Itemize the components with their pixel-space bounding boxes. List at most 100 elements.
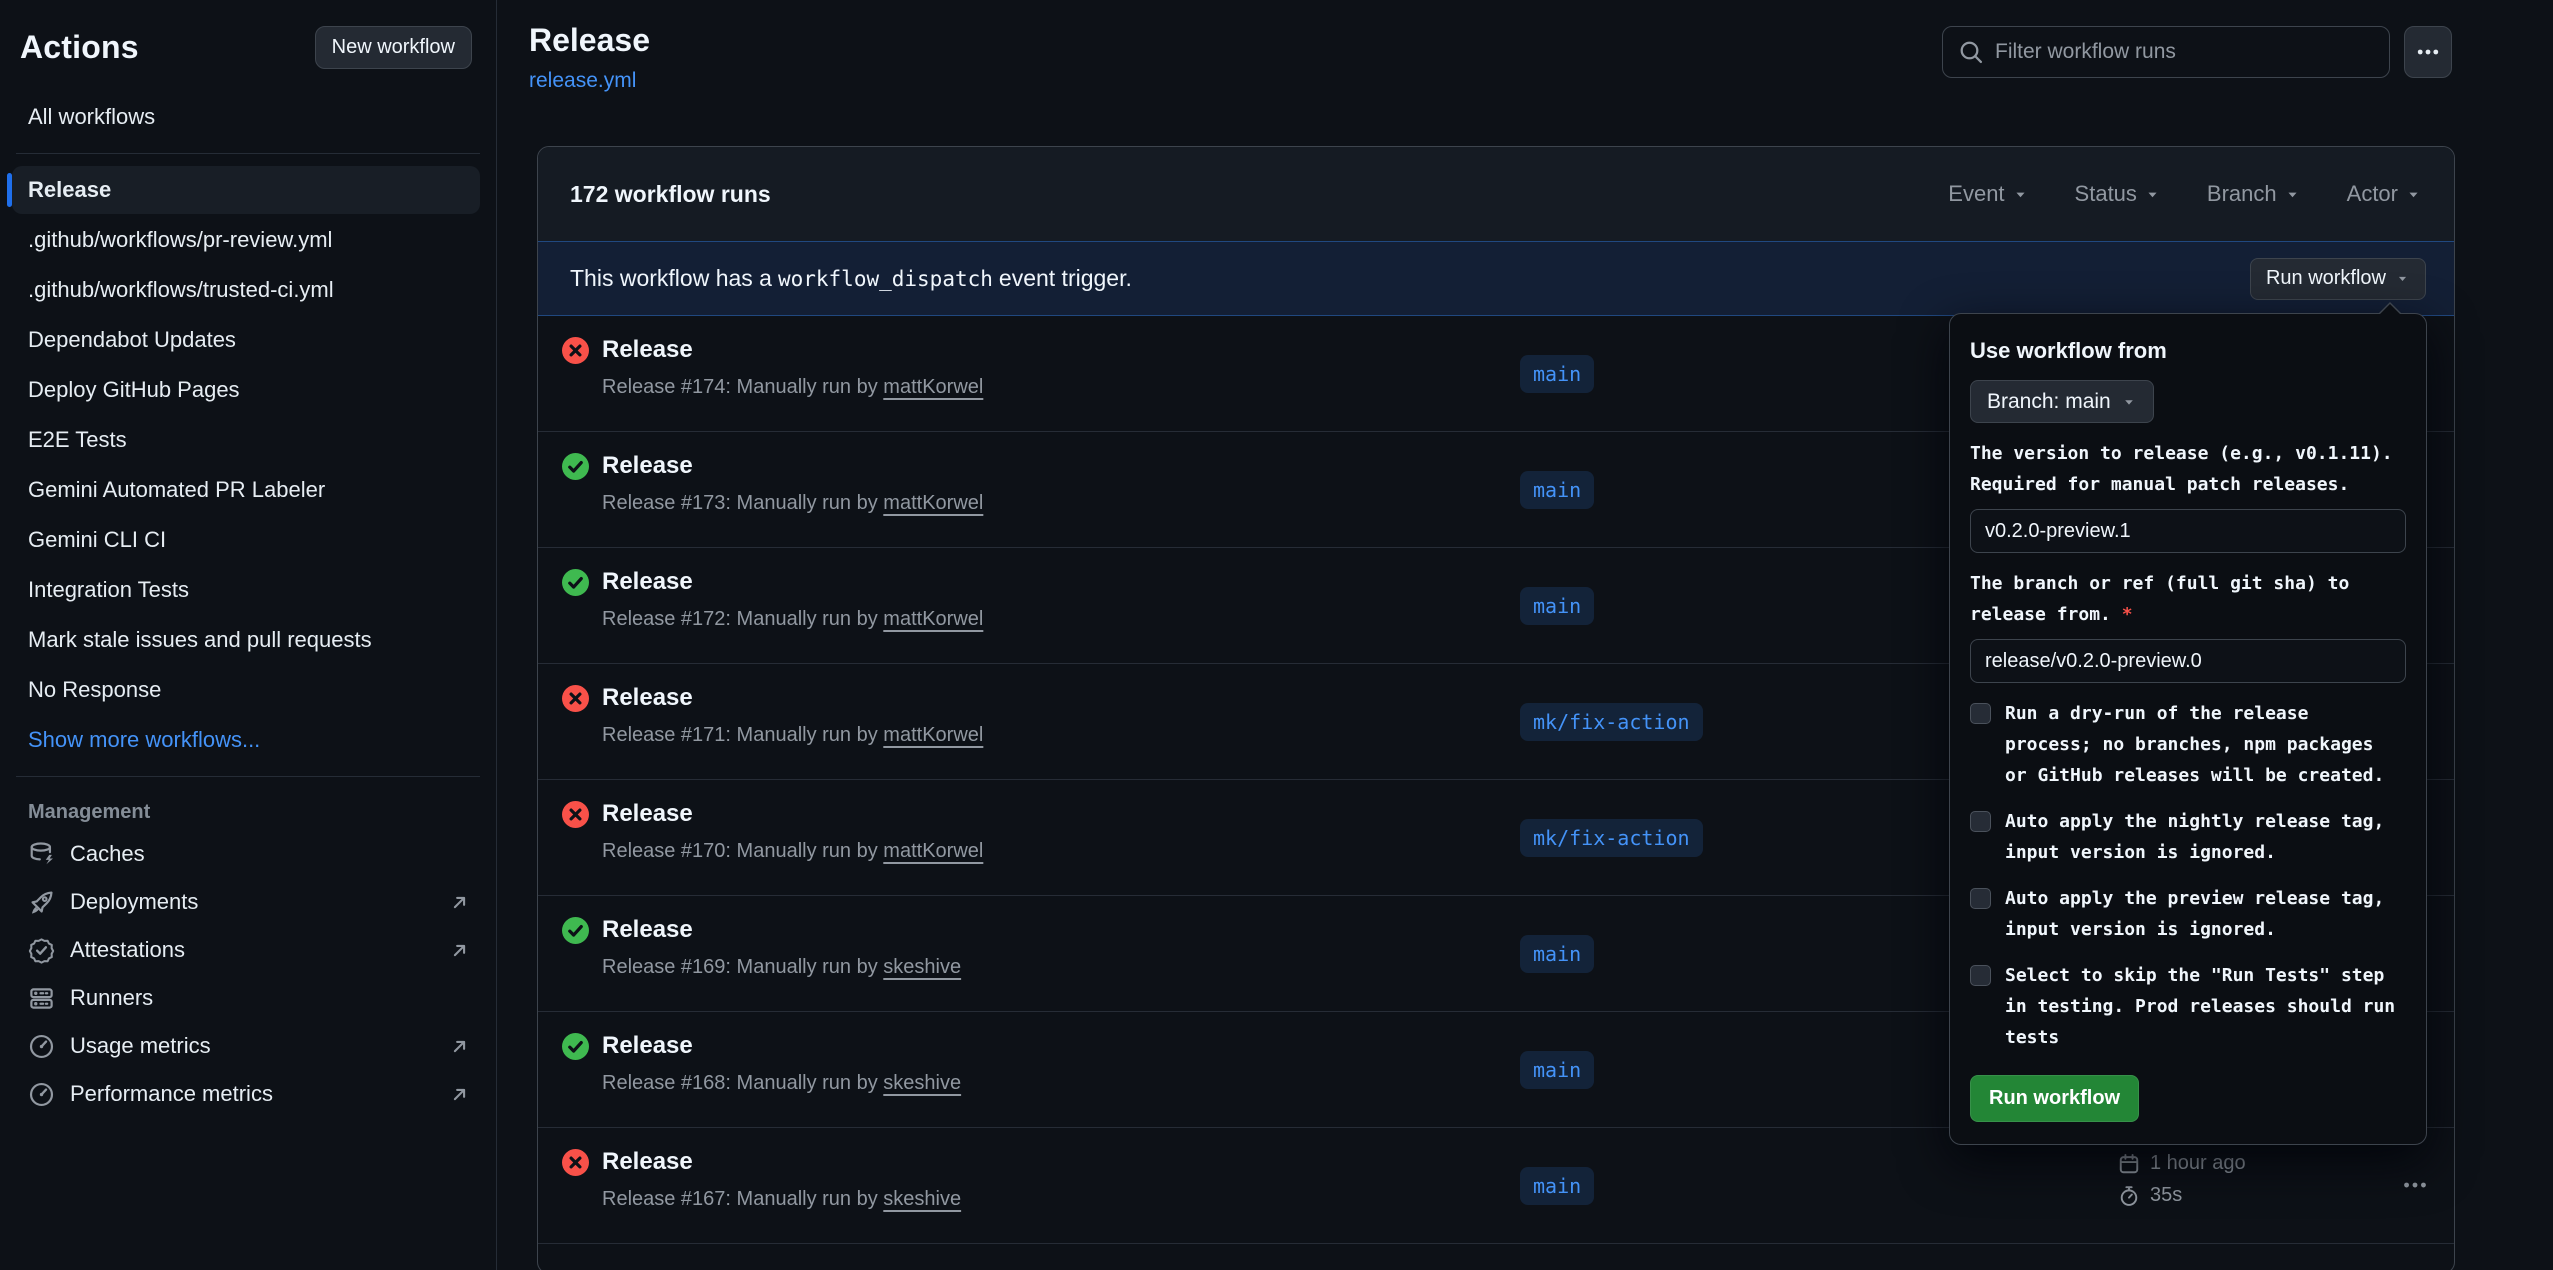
branch-badge[interactable]: mk/fix-action: [1520, 819, 1703, 857]
sidebar-item-all-workflows[interactable]: All workflows: [12, 93, 480, 141]
sidebar-management-item[interactable]: Attestations: [0, 926, 496, 974]
run-workflow-dropdown-button[interactable]: Run workflow: [2250, 258, 2426, 300]
kebab-icon: [2416, 40, 2440, 64]
run-title-link[interactable]: Release: [602, 1148, 693, 1176]
checkbox-label: Run a dry-run of the release process; no…: [2005, 698, 2397, 791]
sidebar-workflow-item[interactable]: E2E Tests: [12, 416, 480, 464]
sidebar-divider: [16, 776, 480, 777]
server-icon: [28, 985, 55, 1012]
sidebar-workflow-item[interactable]: Gemini CLI CI: [12, 516, 480, 564]
branch-selector-button[interactable]: Branch: main: [1970, 380, 2154, 423]
actor-link[interactable]: skeshive: [883, 1188, 961, 1210]
branch-badge[interactable]: main: [1520, 471, 1594, 509]
active-indicator: [7, 173, 12, 207]
filter-event[interactable]: Event: [1948, 181, 2028, 207]
management-item-label: Runners: [70, 985, 153, 1011]
branch-badge[interactable]: main: [1520, 1051, 1594, 1089]
checkbox[interactable]: [1970, 965, 1991, 986]
main-content: Release release.yml 172 workflow runs Ev…: [497, 0, 2553, 1270]
workflow-options-kebab-button[interactable]: [2404, 26, 2452, 78]
run-title-link[interactable]: Release: [602, 336, 693, 364]
actor-link[interactable]: mattKorwel: [883, 376, 983, 398]
workflow-item-label: Gemini CLI CI: [28, 527, 166, 553]
caret-down-icon: [2012, 186, 2029, 203]
sidebar-management-item[interactable]: Usage metrics: [0, 1022, 496, 1070]
actor-link[interactable]: skeshive: [883, 1072, 961, 1094]
workflow-dispatch-banner: This workflow has aworkflow_dispatcheven…: [538, 241, 2454, 316]
filter-branch[interactable]: Branch: [2207, 181, 2301, 207]
dialog-title: Use workflow from: [1970, 338, 2406, 364]
branch-badge[interactable]: main: [1520, 1167, 1594, 1205]
sidebar-workflow-item[interactable]: Release: [12, 166, 480, 214]
sidebar-management-item[interactable]: Caches: [0, 830, 496, 878]
sidebar-workflow-item[interactable]: No Response: [12, 666, 480, 714]
run-title-link[interactable]: Release: [602, 452, 693, 480]
kebab-icon: [2402, 1172, 2428, 1198]
sidebar-management-item[interactable]: Deployments: [0, 878, 496, 926]
workflow-input[interactable]: [1970, 509, 2406, 553]
verified-icon: [28, 937, 55, 964]
run-workflow-dialog: Use workflow from Branch: main The versi…: [1949, 313, 2427, 1145]
filter-runs-input[interactable]: [1995, 40, 2373, 64]
sidebar-workflow-item[interactable]: .github/workflows/trusted-ci.yml: [12, 266, 480, 314]
branch-badge[interactable]: main: [1520, 935, 1594, 973]
workflow-item-label: Deploy GitHub Pages: [28, 377, 240, 403]
sidebar-workflow-item[interactable]: .github/workflows/pr-review.yml: [12, 216, 480, 264]
run-title-link[interactable]: Release: [602, 916, 693, 944]
arrow-up-right-icon: [449, 892, 470, 913]
checkbox[interactable]: [1970, 811, 1991, 832]
branch-badge[interactable]: main: [1520, 355, 1594, 393]
filter-status[interactable]: Status: [2075, 181, 2161, 207]
new-workflow-button[interactable]: New workflow: [315, 26, 472, 69]
actor-link[interactable]: mattKorwel: [883, 724, 983, 746]
run-duration: 35s: [2150, 1184, 2182, 1207]
sidebar-workflow-item[interactable]: Gemini Automated PR Labeler: [12, 466, 480, 514]
sidebar-workflow-item[interactable]: Dependabot Updates: [12, 316, 480, 364]
actor-link[interactable]: mattKorwel: [883, 840, 983, 862]
run-title-link[interactable]: Release: [602, 1032, 693, 1060]
actor-link[interactable]: mattKorwel: [883, 608, 983, 630]
checkbox[interactable]: [1970, 703, 1991, 724]
sidebar-management-item[interactable]: Runners: [0, 974, 496, 1022]
caret-down-icon: [2395, 271, 2410, 286]
actor-link[interactable]: skeshive: [883, 956, 961, 978]
checkbox[interactable]: [1970, 888, 1991, 909]
sidebar-workflow-item[interactable]: Mark stale issues and pull requests: [12, 616, 480, 664]
runs-count: 172 workflow runs: [570, 181, 771, 208]
sidebar-workflow-item[interactable]: Integration Tests: [12, 566, 480, 614]
search-icon: [1959, 40, 1983, 64]
workflow-item-label: .github/workflows/pr-review.yml: [28, 227, 332, 253]
sidebar-workflow-item[interactable]: Deploy GitHub Pages: [12, 366, 480, 414]
actor-link[interactable]: mattKorwel: [883, 492, 983, 514]
workflow-item-label: Release: [28, 177, 111, 203]
filter-actor[interactable]: Actor: [2347, 181, 2422, 207]
caret-down-icon: [2121, 394, 2137, 410]
actions-sidebar: Actions New workflow All workflows Relea…: [0, 0, 497, 1270]
failure-icon: [562, 801, 589, 828]
checkbox-row: Auto apply the preview release tag, inpu…: [1970, 883, 2406, 945]
run-meta: 1 hour ago 35s: [2118, 1152, 2246, 1216]
run-title-link[interactable]: Release: [602, 568, 693, 596]
run-title-link[interactable]: Release: [602, 800, 693, 828]
run-workflow-submit-button[interactable]: Run workflow: [1970, 1075, 2139, 1122]
workflow-file-link[interactable]: release.yml: [529, 69, 636, 93]
arrow-up-right-icon: [449, 1036, 470, 1057]
workflow-input[interactable]: [1970, 639, 2406, 683]
branch-badge[interactable]: main: [1520, 587, 1594, 625]
workflow-item-label: .github/workflows/trusted-ci.yml: [28, 277, 334, 303]
management-list: Caches Deployments Attestations Runners …: [0, 830, 496, 1118]
workflow-item-label: E2E Tests: [28, 427, 127, 453]
failure-icon: [562, 337, 589, 364]
dialog-field: The branch or ref (full git sha) to rele…: [1970, 568, 2406, 683]
rocket-icon: [28, 889, 55, 916]
run-kebab-button[interactable]: [2402, 1172, 2428, 1201]
show-more-workflows-link[interactable]: Show more workflows...: [12, 716, 480, 764]
meter-icon: [28, 1081, 55, 1108]
run-title-link[interactable]: Release: [602, 684, 693, 712]
management-item-label: Usage metrics: [70, 1033, 211, 1059]
sidebar-management-item[interactable]: Performance metrics: [0, 1070, 496, 1118]
branch-badge[interactable]: mk/fix-action: [1520, 703, 1703, 741]
success-icon: [562, 1033, 589, 1060]
workflow-run-row[interactable]: Release Release #167: Manually run by sk…: [538, 1128, 2454, 1244]
workflow-list: Release .github/workflows/pr-review.yml …: [0, 166, 496, 714]
